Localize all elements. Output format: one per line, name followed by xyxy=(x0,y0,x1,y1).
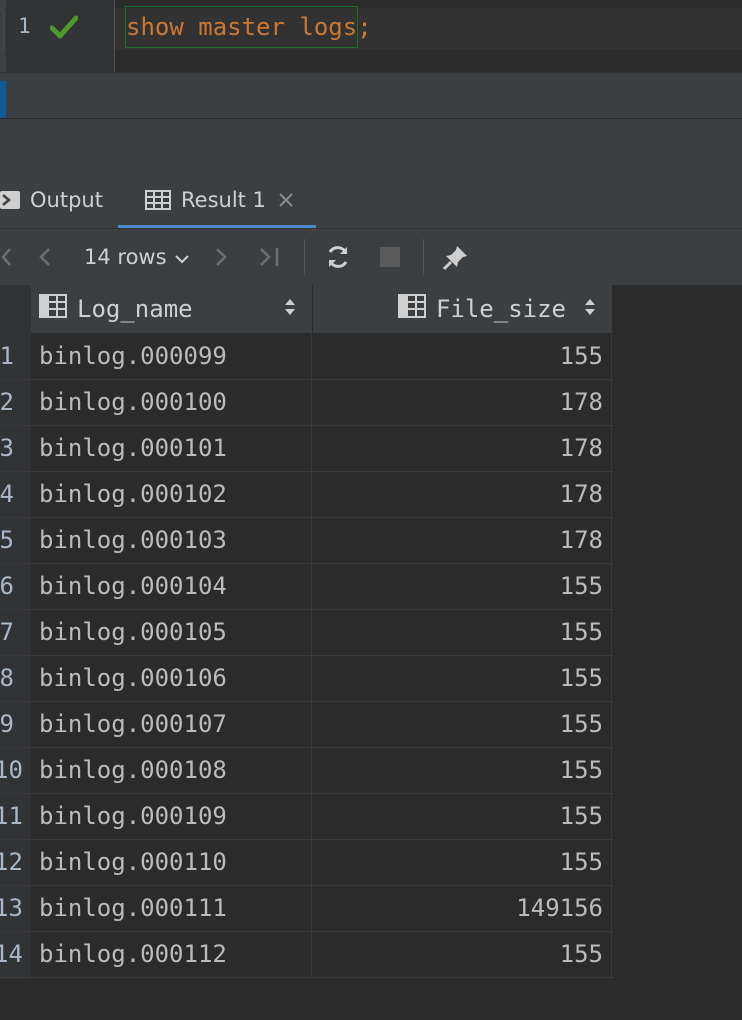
table-row[interactable]: 6 binlog.000104 155 xyxy=(0,564,613,610)
table-row[interactable]: 1 binlog.000099 155 xyxy=(0,334,613,380)
cell-log-name[interactable]: binlog.000104 xyxy=(31,564,312,609)
table-row[interactable]: 9 binlog.000107 155 xyxy=(0,702,613,748)
cell-log-name[interactable]: binlog.000103 xyxy=(31,518,312,563)
table-row[interactable]: 14 binlog.000112 155 xyxy=(0,932,613,978)
console-icon xyxy=(0,191,20,209)
column-icon xyxy=(39,294,67,324)
cell-log-name[interactable]: binlog.000110 xyxy=(31,840,312,885)
tab-result-1-label: Result 1 xyxy=(181,188,266,212)
column-header-label: File_size xyxy=(435,295,566,323)
table-row[interactable]: 11 binlog.000109 155 xyxy=(0,794,613,840)
cell-file-size[interactable]: 149156 xyxy=(313,886,612,931)
column-icon xyxy=(397,294,426,324)
cell-log-name[interactable]: binlog.000112 xyxy=(31,932,312,977)
sort-icon[interactable] xyxy=(584,295,596,323)
column-header-log-name[interactable]: Log_name xyxy=(31,285,313,334)
tab-output[interactable]: Output xyxy=(0,172,103,228)
cell-log-name[interactable]: binlog.000106 xyxy=(31,656,312,701)
cell-file-size[interactable]: 155 xyxy=(313,932,612,977)
cell-file-size[interactable]: 178 xyxy=(313,426,612,471)
table-row[interactable]: 5 binlog.000103 178 xyxy=(0,518,613,564)
cell-log-name[interactable]: binlog.000111 xyxy=(31,886,312,931)
row-number: 4 xyxy=(0,480,14,508)
cell-log-name[interactable]: binlog.000101 xyxy=(31,426,312,471)
table-row[interactable]: 7 binlog.000105 155 xyxy=(0,610,613,656)
table-row[interactable]: 10 binlog.000108 155 xyxy=(0,748,613,794)
row-number: 13 xyxy=(0,894,23,922)
table-icon xyxy=(145,190,171,210)
row-number: 12 xyxy=(0,848,23,876)
cell-file-size[interactable]: 155 xyxy=(313,748,612,793)
toolbar-separator xyxy=(423,239,424,275)
line-number: 1 xyxy=(18,14,31,38)
cell-log-name[interactable]: binlog.000108 xyxy=(31,748,312,793)
last-page-icon[interactable] xyxy=(254,229,286,285)
table-row[interactable]: 12 binlog.000110 155 xyxy=(0,840,613,886)
row-number: 1 xyxy=(0,342,14,370)
cell-file-size[interactable]: 155 xyxy=(313,840,612,885)
panel-splitter[interactable] xyxy=(0,118,742,174)
stop-icon[interactable] xyxy=(374,229,406,285)
tab-output-label: Output xyxy=(30,188,103,212)
result-toolbar: 14 rows xyxy=(0,229,742,286)
editor-current-line-marker xyxy=(0,8,4,52)
cell-file-size[interactable]: 178 xyxy=(313,472,612,517)
next-page-icon[interactable] xyxy=(206,229,236,285)
row-count-dropdown[interactable]: 14 rows xyxy=(84,229,189,285)
row-number: 2 xyxy=(0,388,14,416)
cell-file-size[interactable]: 155 xyxy=(313,656,612,701)
refresh-icon[interactable] xyxy=(320,229,356,285)
cell-log-name[interactable]: binlog.000105 xyxy=(31,610,312,655)
sql-editor[interactable]: 1 show master logs; xyxy=(0,0,742,72)
cell-log-name[interactable]: binlog.000100 xyxy=(31,380,312,425)
row-count-label: 14 rows xyxy=(84,245,167,269)
editor-scroll-marker xyxy=(0,81,6,119)
cell-file-size[interactable]: 155 xyxy=(313,702,612,747)
close-icon[interactable] xyxy=(278,192,294,208)
column-header-label: Log_name xyxy=(77,295,193,323)
cell-log-name[interactable]: binlog.000102 xyxy=(31,472,312,517)
check-icon xyxy=(49,14,79,44)
table-row[interactable]: 13 binlog.000111 149156 xyxy=(0,886,613,932)
cell-log-name[interactable]: binlog.000109 xyxy=(31,794,312,839)
sql-query-line[interactable]: show master logs; xyxy=(124,6,372,48)
chevron-down-icon xyxy=(174,245,189,269)
cell-file-size[interactable]: 178 xyxy=(313,518,612,563)
results-tab-bar: Output Result 1 xyxy=(0,172,742,229)
toolbar-separator xyxy=(304,239,305,275)
row-number: 11 xyxy=(0,802,23,830)
column-header-file-size[interactable]: File_size xyxy=(313,285,613,334)
prev-page-icon[interactable] xyxy=(30,229,60,285)
sql-query-terminator: ; xyxy=(357,13,372,41)
table-row[interactable]: 8 binlog.000106 155 xyxy=(0,656,613,702)
first-page-icon[interactable] xyxy=(0,229,16,285)
cell-file-size[interactable]: 155 xyxy=(313,334,612,379)
sql-query-selected[interactable]: show master logs xyxy=(124,6,359,48)
sort-icon[interactable] xyxy=(284,295,296,323)
cell-log-name[interactable]: binlog.000099 xyxy=(31,334,312,379)
cell-file-size[interactable]: 155 xyxy=(313,610,612,655)
editor-lower-area xyxy=(0,72,742,119)
cell-file-size[interactable]: 155 xyxy=(313,564,612,609)
row-number: 7 xyxy=(0,618,14,646)
pin-icon[interactable] xyxy=(438,229,474,285)
row-number: 14 xyxy=(0,940,23,968)
cell-file-size[interactable]: 178 xyxy=(313,380,612,425)
row-number: 3 xyxy=(0,434,14,462)
row-number: 8 xyxy=(0,664,14,692)
row-number: 10 xyxy=(0,756,23,784)
table-row[interactable]: 4 binlog.000102 178 xyxy=(0,472,613,518)
result-grid[interactable]: Log_name File_size 1 binlog.000099 155 2 bin… xyxy=(0,285,742,1020)
table-row[interactable]: 2 binlog.000100 178 xyxy=(0,380,613,426)
cell-file-size[interactable]: 155 xyxy=(313,794,612,839)
tab-result-1[interactable]: Result 1 xyxy=(118,172,316,228)
active-tab-indicator xyxy=(118,225,316,228)
cell-log-name[interactable]: binlog.000107 xyxy=(31,702,312,747)
row-number: 6 xyxy=(0,572,14,600)
table-row[interactable]: 3 binlog.000101 178 xyxy=(0,426,613,472)
row-number: 9 xyxy=(0,710,14,738)
row-number: 5 xyxy=(0,526,14,554)
